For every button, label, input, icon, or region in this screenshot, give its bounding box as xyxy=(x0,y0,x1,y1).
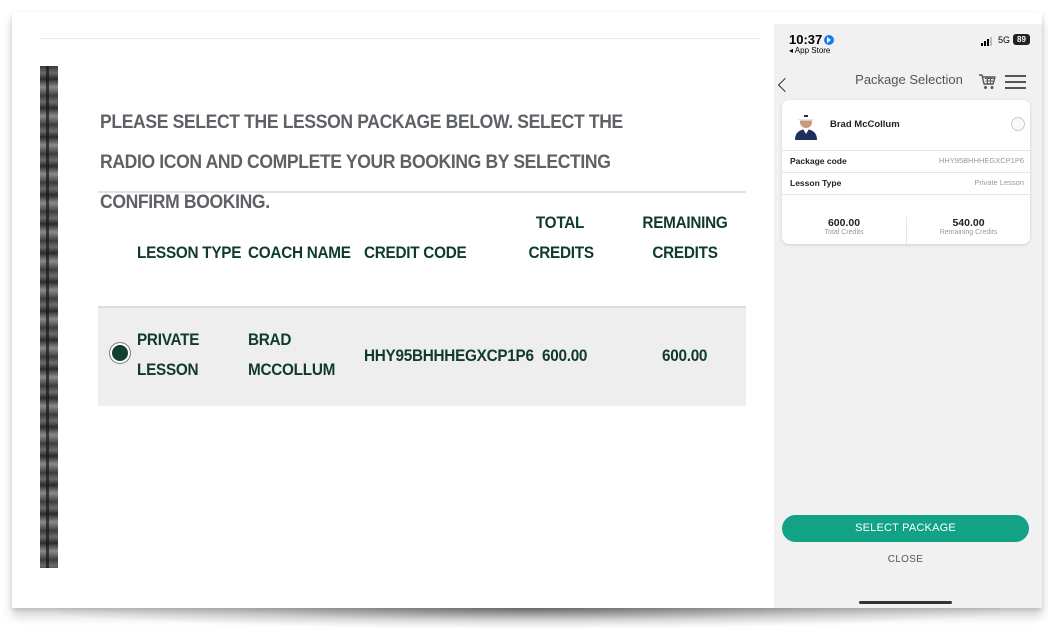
credits-summary: 600.00 Total Credits 540.00 Remaining Cr… xyxy=(782,217,1030,244)
package-radio-button[interactable] xyxy=(112,345,128,361)
column-header-lesson-type: LESSON TYPE xyxy=(137,243,242,262)
nav-title: Package Selection xyxy=(855,72,963,87)
total-credits: 600.00 Total Credits xyxy=(782,217,906,244)
column-header-coach-name: COACH NAME xyxy=(248,243,351,262)
signal-icon xyxy=(981,37,995,46)
divider xyxy=(782,194,1030,195)
table-top-divider xyxy=(98,191,746,193)
package-code-value: HHY95BHHHEGXCP1P6 xyxy=(938,156,1024,165)
remaining-credits-label: Remaining Credits xyxy=(939,229,998,236)
cell-total-credits: 600.00 xyxy=(542,346,588,365)
back-chevron-icon[interactable] xyxy=(777,77,793,93)
web-booking-page: PLEASE SELECT THE LESSON PACKAGE BELOW. … xyxy=(40,38,786,584)
package-card[interactable]: Brad McCollum Package code HHY95BHHHEGXC… xyxy=(782,100,1030,244)
column-header-remaining-credits-line1: REMAINING xyxy=(642,213,728,232)
location-arrow-icon xyxy=(824,35,835,45)
package-radio-button[interactable] xyxy=(1011,117,1025,131)
total-credits-value: 600.00 xyxy=(827,217,861,229)
cell-lesson-type: PRIVATE LESSON xyxy=(137,325,199,385)
status-time-text: 10:37 xyxy=(789,32,823,47)
frame-shadow xyxy=(60,608,1000,628)
select-package-button[interactable]: SELECT PACKAGE xyxy=(782,515,1029,542)
column-header-total-credits-line1: TOTAL xyxy=(535,213,585,232)
cell-lesson-type-line2: LESSON xyxy=(137,360,199,379)
column-header-remaining-credits-line2: CREDITS xyxy=(652,243,718,262)
cell-coach-name-line1: BRAD xyxy=(248,330,292,349)
lesson-type-value: Private Lesson xyxy=(974,178,1024,187)
remaining-credits: 540.00 Remaining Credits xyxy=(907,217,1030,244)
screenshot-frame: PLEASE SELECT THE LESSON PACKAGE BELOW. … xyxy=(12,12,1042,608)
background-photo-strip xyxy=(40,66,58,568)
lesson-type-row: Lesson Type Private Lesson xyxy=(782,172,1030,194)
phone-screen: 10:37 ◂ App Store 5G 89 Package Selectio… xyxy=(774,24,1042,608)
package-code-row: Package code HHY95BHHHEGXCP1P6 xyxy=(782,150,1030,172)
network-type: 5G xyxy=(998,35,1011,45)
cell-coach-name-line2: MCCOLLUM xyxy=(248,360,336,379)
cell-credit-code: HHY95BHHHEGXCP1P6 xyxy=(364,346,534,365)
cell-remaining-credits: 600.00 xyxy=(662,346,708,365)
battery-icon: 89 xyxy=(1013,34,1030,45)
status-time: 10:37 xyxy=(789,32,835,47)
lesson-type-label: Lesson Type xyxy=(790,178,842,188)
instructions-text: PLEASE SELECT THE LESSON PACKAGE BELOW. … xyxy=(100,111,623,213)
column-header-total-credits-line2: CREDITS xyxy=(528,243,595,262)
package-code-label: Package code xyxy=(790,156,847,166)
cart-icon[interactable] xyxy=(978,72,996,90)
close-button[interactable]: CLOSE xyxy=(782,554,1029,572)
coach-name: Brad McCollum xyxy=(830,119,900,130)
column-header-remaining-credits: REMAINING CREDITS xyxy=(636,208,735,268)
home-indicator xyxy=(859,601,952,604)
column-header-total-credits: TOTAL CREDITS xyxy=(528,208,595,268)
cell-coach-name: BRAD MCCOLLUM xyxy=(248,325,335,385)
column-header-credit-code: CREDIT CODE xyxy=(364,243,467,262)
menu-icon[interactable] xyxy=(1005,75,1026,89)
remaining-credits-value: 540.00 xyxy=(952,217,985,229)
divider xyxy=(40,38,760,39)
table-row[interactable]: PRIVATE LESSON BRAD MCCOLLUM HHY95BHHHEG… xyxy=(98,306,746,406)
avatar xyxy=(795,115,817,140)
total-credits-label: Total Credits xyxy=(824,229,864,236)
cell-lesson-type-line1: PRIVATE xyxy=(137,330,200,349)
back-to-app-store-link[interactable]: ◂ App Store xyxy=(789,46,830,55)
